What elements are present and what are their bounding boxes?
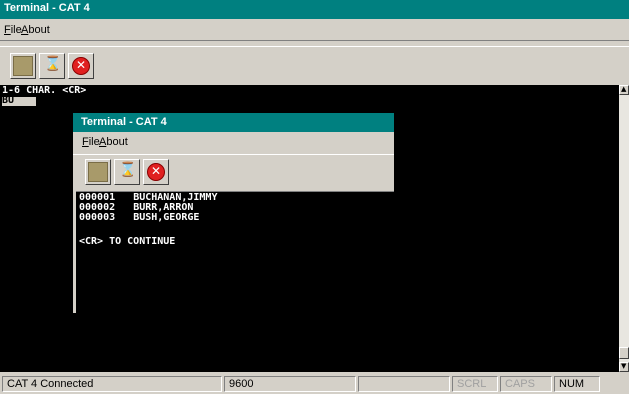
menu-file[interactable]: File [4,24,22,36]
terminal-input-field[interactable]: BU [2,95,36,106]
color-button[interactable] [10,53,36,79]
status-scrl: SCRL [452,376,498,392]
toolbar: ⌛ [0,46,629,83]
color-swatch-icon [88,162,108,182]
status-connection: CAT 4 Connected [2,376,222,392]
inner-window-border [73,190,76,313]
inner-hourglass-button[interactable]: ⌛ [114,159,140,185]
result-name: BUSH,GEORGE [133,212,200,223]
scroll-thumb[interactable] [619,347,629,359]
stop-icon [147,163,165,181]
color-swatch-icon [13,56,33,76]
status-caps: CAPS [500,376,552,392]
inner-window-title: Terminal - CAT 4 [81,116,167,128]
inner-menu-file-accel: F [82,136,89,148]
stop-icon [72,57,90,75]
inner-menu-bar: File About [73,132,394,154]
menu-about[interactable]: About [21,24,50,36]
status-num: NUM [554,376,600,392]
terminal-input-value: BU [2,95,15,106]
inner-toolbar: ⌛ [73,154,394,192]
inner-title-bar: Terminal - CAT 4 [73,113,394,132]
window-title: Terminal - CAT 4 [4,2,90,14]
result-id: 000003 [79,212,116,223]
scroll-up-button[interactable] [619,85,629,95]
status-baud: 9600 [224,376,356,392]
inner-menu-file[interactable]: File [82,136,100,148]
status-blank [358,376,450,392]
result-row: 000003 BUSH,GEORGE [79,213,199,223]
hourglass-icon: ⌛ [44,56,62,72]
continue-prompt: <CR> TO CONTINUE [79,236,176,247]
inner-terminal-window: Terminal - CAT 4 File About ⌛ 000001 BUC… [73,113,394,313]
hourglass-icon: ⌛ [119,162,137,178]
title-bar: Terminal - CAT 4 [0,0,629,19]
menu-about-label: bout [28,24,50,36]
status-bar: CAT 4 Connected 9600 SCRL CAPS NUM [0,374,629,394]
menu-file-accel: F [4,24,11,36]
inner-menu-about-label: bout [106,136,128,148]
inner-menu-about[interactable]: About [99,136,128,148]
stop-button[interactable] [68,53,94,79]
inner-color-button[interactable] [85,159,111,185]
menu-bar: File About [0,20,629,41]
hourglass-button[interactable]: ⌛ [39,53,65,79]
terminal-prompt: 1-6 CHAR. <CR> [2,85,87,96]
inner-stop-button[interactable] [143,159,169,185]
scroll-down-button[interactable] [619,362,629,372]
vertical-scrollbar[interactable] [619,85,629,372]
